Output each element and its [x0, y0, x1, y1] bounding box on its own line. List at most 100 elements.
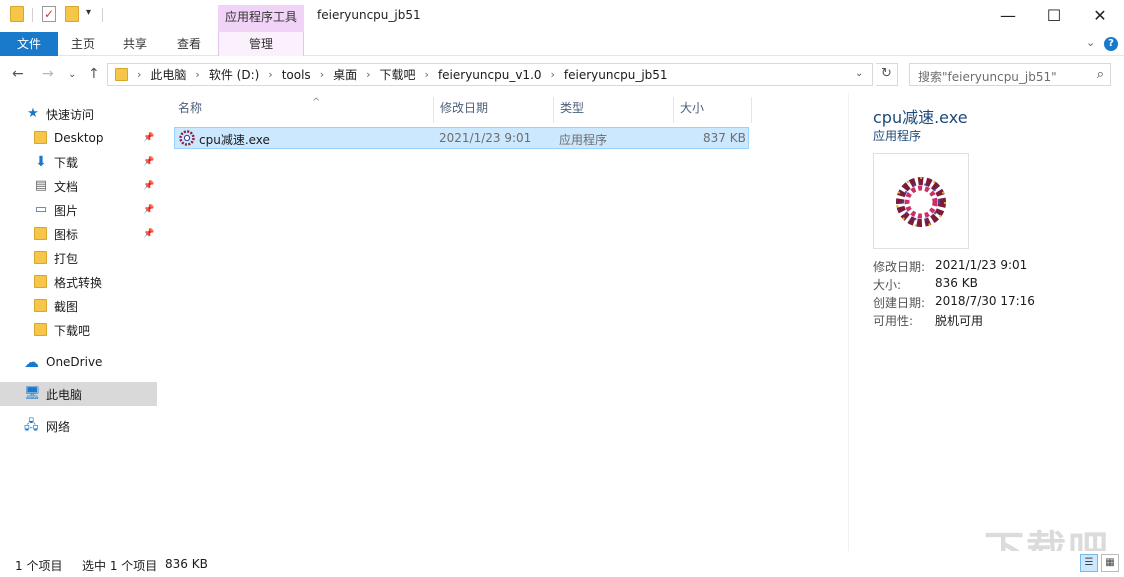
breadcrumb-drive-d[interactable]: 软件 (D:)	[209, 66, 259, 83]
new-folder-icon[interactable]	[65, 6, 79, 22]
prop-value: 836 KB	[935, 276, 978, 290]
column-header-name[interactable]: 名称 ^	[172, 97, 434, 123]
sort-ascending-icon: ^	[312, 92, 320, 114]
table-row[interactable]: cpu减速.exe 2021/1/23 9:01 应用程序 837 KB	[174, 127, 749, 149]
tab-manage[interactable]: 管理	[218, 32, 304, 56]
breadcrumb-separator[interactable]: ›	[311, 68, 333, 81]
sidebar-item-desktop[interactable]: Desktop 📌	[0, 126, 157, 150]
address-bar[interactable]: › 此电脑 › 软件 (D:) › tools › 桌面 › 下载吧 › fei…	[107, 63, 873, 86]
sidebar-item-xiazaiba[interactable]: 下载吧	[0, 318, 157, 342]
sidebar-item-quick-access[interactable]: ★ 快速访问	[0, 102, 157, 126]
sidebar-item-label: 快速访问	[46, 106, 94, 123]
details-pane: cpu减速.exe 应用程序 修改日期: 2021/1/23 9:01 大小: …	[848, 93, 1124, 551]
breadcrumb-xiazaiba[interactable]: 下载吧	[380, 66, 416, 83]
up-button[interactable]: ↑	[88, 66, 100, 82]
properties-icon[interactable]: ✓	[42, 6, 56, 22]
prop-label: 可用性:	[873, 312, 913, 329]
preview-thumbnail	[873, 153, 969, 249]
tab-share[interactable]: 共享	[112, 32, 158, 56]
tab-home[interactable]: 主页	[60, 32, 106, 56]
status-item-count: 1 个项目	[15, 557, 62, 574]
customize-toolbar-dropdown-icon[interactable]: ▾	[86, 7, 91, 18]
sidebar-item-label: 格式转换	[54, 274, 102, 291]
window-title: feieryuncpu_jb51	[317, 8, 421, 22]
large-icons-view-icon[interactable]: ▦	[1101, 554, 1119, 572]
cloud-icon: ☁	[24, 355, 38, 369]
recent-locations-dropdown[interactable]: ⌄	[68, 69, 76, 80]
sidebar-item-label: Desktop	[54, 131, 104, 145]
breadcrumb-feieryuncpu-v1[interactable]: feieryuncpu_v1.0	[438, 68, 542, 82]
pin-icon[interactable]: 📌	[143, 229, 154, 239]
navigation-bar: ← → ⌄ ↑ › 此电脑 › 软件 (D:) › tools › 桌面 › 下…	[0, 57, 1124, 93]
sidebar-item-label: 文档	[54, 178, 78, 195]
column-header-modified[interactable]: 修改日期	[434, 97, 554, 123]
back-button[interactable]: ←	[12, 66, 24, 82]
sidebar-item-label: 网络	[46, 418, 70, 435]
column-header-label: 名称	[178, 101, 202, 115]
sidebar-item-onedrive[interactable]: ☁ OneDrive	[0, 350, 157, 374]
prop-value: 脱机可用	[935, 312, 983, 329]
search-icon: ⌕	[1097, 67, 1104, 82]
minimize-button[interactable]: —	[985, 0, 1031, 31]
details-view-icon[interactable]: ☰	[1080, 554, 1098, 572]
breadcrumb-separator[interactable]: ›	[416, 68, 438, 81]
status-bar: 1 个项目 选中 1 个项目 836 KB ☰ ▦	[0, 551, 1124, 577]
close-button[interactable]: ✕	[1077, 0, 1123, 31]
help-icon[interactable]: ?	[1104, 37, 1118, 51]
file-size: 837 KB	[703, 131, 746, 145]
preview-file-name: cpu减速.exe	[873, 104, 968, 128]
folder-icon	[10, 6, 24, 22]
prop-label: 创建日期:	[873, 294, 925, 311]
breadcrumb-separator[interactable]: ›	[186, 68, 208, 81]
breadcrumb-this-pc[interactable]: 此电脑	[150, 66, 186, 83]
download-icon: ⬇	[34, 155, 48, 169]
column-header-size[interactable]: 大小	[674, 97, 752, 123]
file-name: cpu减速.exe	[199, 131, 270, 148]
expand-ribbon-icon[interactable]: ⌄	[1086, 36, 1095, 49]
prop-label: 大小:	[873, 276, 901, 293]
sidebar-item-documents[interactable]: ▤ 文档 📌	[0, 174, 157, 198]
forward-button[interactable]: →	[42, 66, 54, 82]
sidebar-item-format-conversion[interactable]: 格式转换	[0, 270, 157, 294]
prop-value: 2021/1/23 9:01	[935, 258, 1027, 272]
column-header-type[interactable]: 类型	[554, 97, 674, 123]
sidebar-item-label: 此电脑	[46, 386, 82, 403]
network-icon: 🖧	[24, 419, 38, 433]
pin-icon[interactable]: 📌	[143, 205, 154, 215]
title-bar: ✓ ▾ 应用程序工具 feieryuncpu_jb51 — ☐ ✕	[0, 0, 1124, 32]
tab-file[interactable]: 文件	[0, 32, 58, 56]
sidebar-item-pictures[interactable]: ▭ 图片 📌	[0, 198, 157, 222]
address-history-dropdown[interactable]: ⌄	[855, 68, 863, 79]
folder-icon	[34, 299, 48, 313]
document-icon: ▤	[34, 179, 48, 193]
ribbon-tabs: 文件 主页 共享 查看 管理 ⌄	[0, 32, 1124, 56]
sidebar-item-label: 打包	[54, 250, 78, 267]
sidebar-item-network[interactable]: 🖧 网络	[0, 414, 157, 438]
sidebar-item-this-pc[interactable]: 🖥 此电脑	[0, 382, 157, 406]
sidebar-item-screenshots[interactable]: 截图	[0, 294, 157, 318]
breadcrumb-separator[interactable]: ›	[542, 68, 564, 81]
breadcrumb-current-folder[interactable]: feieryuncpu_jb51	[564, 68, 668, 82]
pin-icon[interactable]: 📌	[143, 157, 154, 167]
breadcrumb: › 此电脑 › 软件 (D:) › tools › 桌面 › 下载吧 › fei…	[128, 64, 668, 85]
prop-value: 2018/7/30 17:16	[935, 294, 1035, 308]
breadcrumb-separator[interactable]: ›	[259, 68, 281, 81]
breadcrumb-separator[interactable]: ›	[357, 68, 379, 81]
sidebar-item-label: OneDrive	[46, 355, 102, 369]
preview-file-type: 应用程序	[873, 127, 921, 144]
application-icon	[874, 154, 970, 250]
maximize-button[interactable]: ☐	[1031, 0, 1077, 31]
pin-icon[interactable]: 📌	[143, 133, 154, 143]
breadcrumb-desktop[interactable]: 桌面	[333, 66, 357, 83]
sidebar-item-icons[interactable]: 图标 📌	[0, 222, 157, 246]
search-input[interactable]: 搜索"feieryuncpu_jb51" ⌕	[909, 63, 1111, 86]
breadcrumb-tools[interactable]: tools	[282, 68, 311, 82]
sidebar-item-downloads[interactable]: ⬇ 下载 📌	[0, 150, 157, 174]
sidebar-item-package[interactable]: 打包	[0, 246, 157, 270]
refresh-button[interactable]: ↻	[876, 63, 898, 86]
folder-icon	[34, 275, 48, 289]
folder-icon	[34, 251, 48, 265]
tab-view[interactable]: 查看	[166, 32, 212, 56]
pin-icon[interactable]: 📌	[143, 181, 154, 191]
computer-icon: 🖥	[24, 387, 38, 401]
